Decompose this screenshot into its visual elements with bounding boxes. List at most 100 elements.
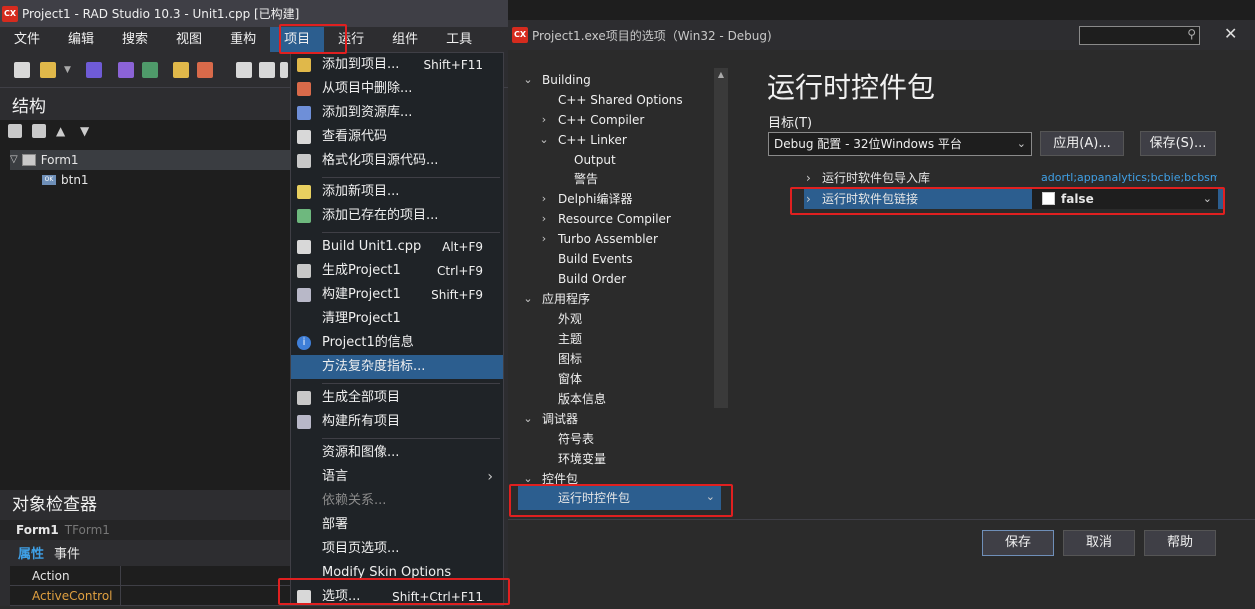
highlight-box-link-runtime-property	[790, 187, 1225, 215]
dropdown-arrow-icon[interactable]: ▼	[64, 62, 72, 78]
tree-node-version-info[interactable]: 版本信息	[558, 389, 606, 409]
menu-item-language[interactable]: 语言 ›	[291, 465, 503, 489]
chevron-down-icon[interactable]: ⌄	[522, 409, 534, 429]
menu-component[interactable]: 组件	[378, 27, 432, 52]
tree-node-resource-compiler[interactable]: Resource Compiler	[558, 209, 671, 229]
tree-scrollbar[interactable]: ▲	[714, 68, 728, 408]
tree-node-cpp-compiler[interactable]: C++ Compiler	[558, 110, 644, 130]
object-selector[interactable]: Form1 TForm1	[0, 520, 290, 540]
toolbar-misc-icon[interactable]	[280, 62, 288, 78]
menu-item-clean-project[interactable]: 清理Project1	[291, 307, 503, 331]
save-project-icon[interactable]	[142, 62, 158, 78]
property-value[interactable]	[120, 586, 290, 605]
tree-node-turbo-assembler[interactable]: Turbo Assembler	[558, 229, 658, 249]
chevron-right-icon[interactable]: ›	[538, 229, 550, 249]
tree-node-output[interactable]: Output	[574, 150, 616, 170]
target-select[interactable]: Debug 配置 - 32位Windows 平台 ⌄	[768, 132, 1032, 156]
menu-item-add-to-project[interactable]: 添加到项目... Shift+F11	[291, 53, 503, 77]
menu-item-format-source[interactable]: 格式化项目源代码...	[291, 149, 503, 173]
ide-title: Project1 - RAD Studio 10.3 - Unit1.cpp […	[22, 7, 300, 21]
target-value: Debug 配置 - 32位Windows 平台	[774, 137, 962, 151]
menu-separator	[322, 177, 500, 178]
save-all-icon[interactable]	[118, 62, 134, 78]
menu-item-add-new-project[interactable]: 添加新项目...	[291, 180, 503, 204]
tab-properties[interactable]: 属性	[18, 545, 44, 565]
menu-item-resources-images[interactable]: 资源和图像...	[291, 441, 503, 465]
chevron-right-icon[interactable]: ›	[806, 168, 811, 188]
menu-view[interactable]: 视图	[162, 27, 216, 52]
search-input[interactable]: ⚲	[1079, 26, 1200, 45]
menu-refactor[interactable]: 重构	[216, 27, 270, 52]
chevron-down-icon[interactable]: ⌄	[538, 130, 550, 150]
tree-node-btn1[interactable]: OK btn1	[42, 170, 89, 190]
tree-node-icons[interactable]: 图标	[558, 349, 582, 369]
save-icon[interactable]	[86, 62, 102, 78]
chevron-right-icon[interactable]: ›	[538, 110, 550, 130]
menu-item-add-to-repository[interactable]: 添加到资源库...	[291, 101, 503, 125]
tree-node-appearance[interactable]: 外观	[558, 309, 582, 329]
tree-node-forms[interactable]: 窗体	[558, 369, 582, 389]
scroll-up-icon[interactable]: ▲	[714, 68, 728, 82]
cancel-button[interactable]: 取消	[1063, 530, 1135, 556]
make-all-icon	[297, 391, 311, 405]
menu-file[interactable]: 文件	[0, 27, 54, 52]
property-value[interactable]: adortl;appanalytics;bcbie;bcbsmp	[1041, 168, 1217, 188]
add-file-icon[interactable]	[173, 62, 189, 78]
menu-item-remove-from-project[interactable]: 从项目中删除...	[291, 77, 503, 101]
toggle-form-icon[interactable]	[259, 62, 275, 78]
menu-item-add-existing-project[interactable]: 添加已存在的项目...	[291, 204, 503, 228]
chevron-down-icon[interactable]: ⌄	[522, 70, 534, 90]
chevron-down-icon[interactable]: ⌄	[522, 289, 534, 309]
menu-item-method-complexity[interactable]: 方法复杂度指标...	[291, 355, 503, 379]
tree-node-warnings[interactable]: 警告	[574, 169, 598, 189]
save-config-button[interactable]: 保存(S)...	[1140, 131, 1216, 156]
menu-item-view-source[interactable]: 查看源代码	[291, 125, 503, 149]
menu-item-build-unit[interactable]: Build Unit1.cpp Alt+F9	[291, 235, 503, 259]
new-icon[interactable]	[14, 62, 30, 78]
tree-node-build-events[interactable]: Build Events	[558, 249, 633, 269]
tree-node-theme[interactable]: 主题	[558, 329, 582, 349]
add-to-project-icon	[297, 58, 311, 72]
menu-search[interactable]: 搜索	[108, 27, 162, 52]
arrow-up-icon[interactable]: ▲	[56, 124, 70, 138]
chevron-down-icon[interactable]: ▽	[10, 150, 18, 170]
remove-file-icon[interactable]	[197, 62, 213, 78]
tree-node-form1[interactable]: ▽ Form1	[10, 150, 290, 170]
menu-item-build-project[interactable]: 构建Project1 Shift+F9	[291, 283, 503, 307]
menu-item-deployment[interactable]: 部署	[291, 513, 503, 537]
tree-node-debugger[interactable]: 调试器	[542, 409, 578, 429]
close-icon[interactable]: ✕	[1224, 24, 1237, 43]
apply-button[interactable]: 应用(A)...	[1040, 131, 1124, 156]
chevron-right-icon[interactable]: ›	[538, 189, 550, 209]
target-label: 目标(T)	[768, 116, 813, 131]
menu-item-project-info[interactable]: i Project1的信息	[291, 331, 503, 355]
new-unit-icon[interactable]	[236, 62, 252, 78]
menu-tools[interactable]: 工具	[432, 27, 486, 52]
property-row[interactable]: ActiveControl	[10, 586, 290, 606]
tree-node-delphi-compiler[interactable]: Delphi编译器	[558, 189, 633, 209]
help-button[interactable]: 帮助	[1144, 530, 1216, 556]
menu-edit[interactable]: 编辑	[54, 27, 108, 52]
arrow-down-icon[interactable]: ▼	[80, 124, 94, 138]
tree-node-symbol-tables[interactable]: 符号表	[558, 429, 594, 449]
info-icon: i	[297, 336, 311, 350]
tree-node-cpp-linker[interactable]: C++ Linker	[558, 130, 627, 150]
save-button[interactable]: 保存	[982, 530, 1054, 556]
menu-item-make-project[interactable]: 生成Project1 Ctrl+F9	[291, 259, 503, 283]
bookmark-icon[interactable]	[32, 124, 46, 138]
tree-node-application[interactable]: 应用程序	[542, 289, 590, 309]
property-value[interactable]	[120, 566, 290, 585]
folder-icon[interactable]	[8, 124, 22, 138]
tree-node-build-order[interactable]: Build Order	[558, 269, 626, 289]
chevron-right-icon[interactable]: ›	[538, 209, 550, 229]
menu-item-make-all[interactable]: 生成全部项目	[291, 386, 503, 410]
open-icon[interactable]	[40, 62, 56, 78]
tree-node-cpp-shared-options[interactable]: C++ Shared Options	[558, 90, 683, 110]
menu-item-project-page-options[interactable]: 项目页选项...	[291, 537, 503, 561]
menu-item-build-all[interactable]: 构建所有项目	[291, 410, 503, 434]
property-row-import-libs[interactable]: › 运行时软件包导入库 adortl;appanalytics;bcbie;bc…	[804, 168, 1224, 188]
tree-node-environment-block[interactable]: 环境变量	[558, 449, 606, 469]
tab-events[interactable]: 事件	[54, 545, 80, 565]
tree-node-building[interactable]: Building	[542, 70, 591, 90]
property-row[interactable]: Action	[10, 566, 290, 586]
